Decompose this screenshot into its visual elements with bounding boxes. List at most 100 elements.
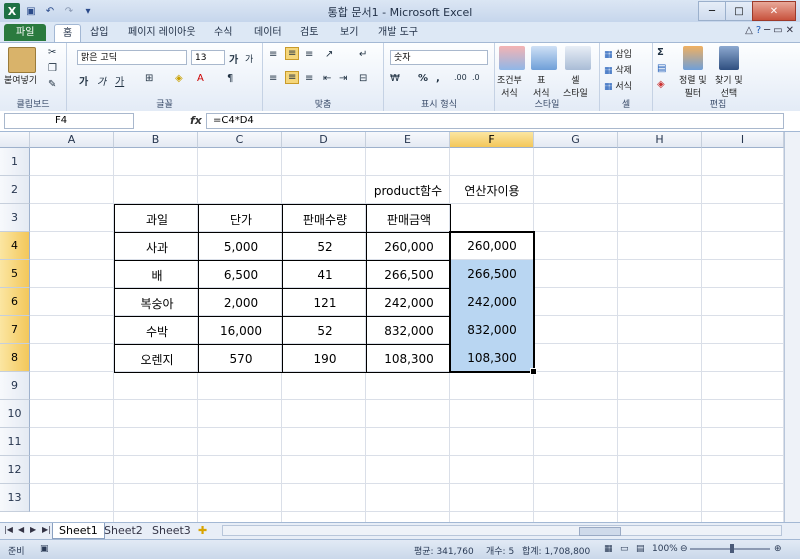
autosum-icon[interactable]: Σ (657, 47, 664, 58)
phonetic-icon[interactable]: ¶ (227, 73, 233, 84)
align-right-icon[interactable]: ≡ (305, 73, 313, 84)
wrap-text-icon[interactable]: ↵ (359, 49, 367, 60)
merge-center-icon[interactable]: ⊟ (359, 73, 367, 84)
sort-filter-icon[interactable] (683, 46, 703, 70)
column-header-e[interactable]: E (366, 132, 450, 148)
tab-home[interactable]: 홈 (54, 24, 82, 42)
cell-amount[interactable]: 242,000 (366, 288, 451, 317)
format-cells-button[interactable]: ▦ 서식 (604, 79, 632, 92)
align-center-icon[interactable]: ≡ (285, 71, 300, 84)
cell-price[interactable]: 16,000 (198, 316, 283, 345)
column-header-a[interactable]: A (30, 132, 114, 148)
cell-amount[interactable]: 832,000 (366, 316, 451, 345)
cell-style-icon[interactable] (565, 46, 591, 70)
number-format-select[interactable]: 숫자 (390, 50, 488, 65)
zoom-slider-knob[interactable] (730, 544, 734, 553)
row-header-9[interactable]: 9 (0, 372, 30, 400)
normal-view-icon[interactable]: ▦ (604, 544, 613, 554)
insert-cells-button[interactable]: ▦ 삽입 (604, 47, 632, 60)
tab-view[interactable]: 보기 (332, 24, 366, 41)
cell-price[interactable]: 5,000 (198, 232, 283, 261)
cell-price[interactable]: 2,000 (198, 288, 283, 317)
tab-formulas[interactable]: 수식 (206, 24, 240, 41)
increase-indent-icon[interactable]: ⇥ (339, 73, 347, 84)
cell-price[interactable]: 570 (198, 344, 283, 373)
cell-fruit[interactable]: 수박 (114, 316, 199, 345)
align-bottom-icon[interactable]: ≡ (305, 49, 313, 60)
decrease-decimal-icon[interactable]: .0 (472, 73, 480, 82)
wb-close-icon[interactable]: ✕ (786, 25, 794, 36)
row-header-8[interactable]: 8 (0, 344, 30, 372)
cell-qty[interactable]: 121 (282, 288, 367, 317)
column-header-g[interactable]: G (534, 132, 618, 148)
row-header-3[interactable]: 3 (0, 204, 30, 232)
row-header-1[interactable]: 1 (0, 148, 30, 176)
column-header-d[interactable]: D (282, 132, 366, 148)
cell-operator-result[interactable]: 266,500 (450, 260, 534, 288)
find-select-button[interactable]: 찾기 및 선택 (715, 73, 743, 99)
italic-button[interactable]: 가 (97, 73, 106, 88)
macro-record-icon[interactable]: ▣ (40, 544, 49, 554)
align-middle-icon[interactable]: ≡ (285, 47, 300, 60)
row-header-10[interactable]: 10 (0, 400, 30, 428)
formula-input[interactable]: =C4*D4 (206, 113, 784, 129)
row-header-12[interactable]: 12 (0, 456, 30, 484)
cell-qty[interactable]: 41 (282, 260, 367, 289)
bold-button[interactable]: 가 (79, 73, 88, 88)
fill-color-icon[interactable]: ◈ (175, 73, 183, 84)
cell-fruit[interactable]: 사과 (114, 232, 199, 261)
zoom-in-icon[interactable]: ⊕ (774, 544, 782, 554)
cell-amount[interactable]: 108,300 (366, 344, 451, 373)
clear-icon[interactable]: ◈ (657, 79, 665, 90)
insert-function-button[interactable]: fx (190, 114, 202, 127)
cell-fruit[interactable]: 오렌지 (114, 344, 199, 373)
underline-button[interactable]: 가 (115, 73, 124, 88)
vertical-scrollbar[interactable] (784, 132, 800, 522)
fill-handle[interactable] (530, 368, 537, 375)
cut-icon[interactable]: ✂ (48, 47, 56, 58)
column-header-i[interactable]: I (702, 132, 784, 148)
sheet-tab-2[interactable]: Sheet2 (98, 523, 149, 538)
table-format-button[interactable]: 표 서식 (533, 73, 550, 99)
close-button[interactable]: ✕ (752, 1, 796, 21)
tab-insert[interactable]: 삽입 (82, 24, 116, 41)
cell-qty[interactable]: 52 (282, 316, 367, 345)
cell-operator-result[interactable]: 260,000 (450, 232, 534, 260)
percent-button[interactable]: % (418, 73, 428, 84)
decrease-indent-icon[interactable]: ⇤ (323, 73, 331, 84)
conditional-format-icon[interactable] (499, 46, 525, 70)
table-format-icon[interactable] (531, 46, 557, 70)
grow-font-button[interactable]: 가 (229, 51, 238, 66)
fill-icon[interactable]: ▤ (657, 63, 666, 74)
cell-amount[interactable]: 266,500 (366, 260, 451, 289)
font-color-icon[interactable]: A (197, 73, 204, 84)
tab-file[interactable]: 파일 (4, 24, 47, 41)
first-sheet-icon[interactable]: |◀ (4, 525, 13, 534)
paste-button[interactable]: 붙여넣기 (4, 73, 37, 86)
maximize-button[interactable]: □ (725, 1, 753, 21)
accounting-format-icon[interactable]: ₩ (390, 73, 400, 84)
wb-restore-icon[interactable]: ▭ (773, 25, 782, 36)
format-painter-icon[interactable]: ✎ (48, 79, 56, 90)
table-header-b[interactable]: 과일 (114, 204, 199, 233)
find-select-icon[interactable] (719, 46, 739, 70)
sheet-tab-1[interactable]: Sheet1 (52, 523, 105, 539)
align-top-icon[interactable]: ≡ (269, 49, 277, 60)
select-all-corner[interactable] (0, 132, 30, 148)
copy-icon[interactable]: ❐ (48, 63, 57, 74)
row-header-2[interactable]: 2 (0, 176, 30, 204)
font-size-select[interactable]: 13 (191, 50, 225, 65)
border-icon[interactable]: ⊞ (145, 73, 153, 84)
cell-price[interactable]: 6,500 (198, 260, 283, 289)
page-layout-view-icon[interactable]: ▭ (620, 544, 629, 554)
column-header-b[interactable]: B (114, 132, 198, 148)
worksheet-grid[interactable]: A B C D E F G H I 1 2 3 4 5 6 7 8 9 10 11 12 13 product함수 연산자이용… (0, 132, 800, 522)
row-header-13[interactable]: 13 (0, 484, 30, 512)
minimize-ribbon-icon[interactable]: △ (745, 25, 753, 36)
zoom-level[interactable]: 100% (652, 544, 678, 554)
cell-f2[interactable]: 연산자이용 (450, 176, 534, 204)
tab-page-layout[interactable]: 페이지 레이아웃 (120, 24, 204, 41)
page-break-view-icon[interactable]: ▤ (636, 544, 645, 554)
help-icon[interactable]: ? (756, 25, 761, 36)
cell-operator-result[interactable]: 108,300 (450, 344, 534, 372)
